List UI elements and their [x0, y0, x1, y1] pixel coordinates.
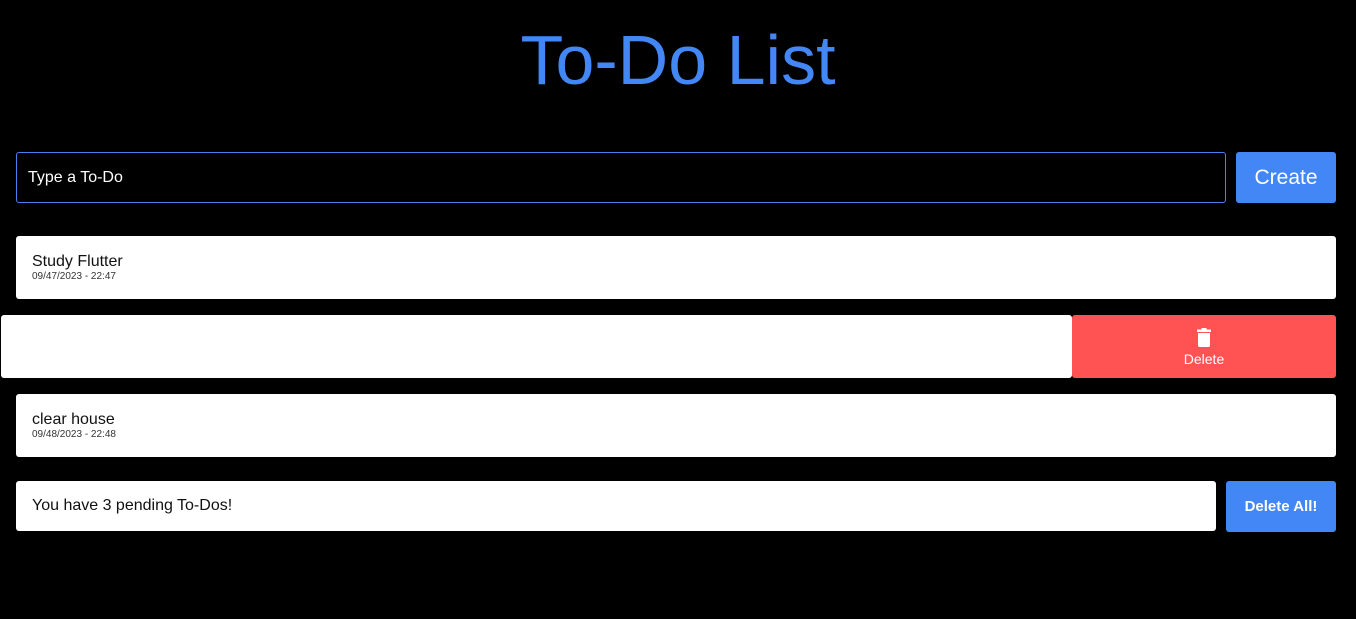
pending-count: You have 3 pending To-Dos!: [16, 481, 1216, 531]
trash-icon: [1197, 328, 1211, 347]
task-title: clear house: [32, 411, 115, 428]
todo-input[interactable]: [16, 152, 1226, 203]
delete-label: Delete: [1183, 351, 1225, 367]
task-item-swiped[interactable]: [1, 315, 1072, 378]
task-date: 09/47/2023 - 22:47: [32, 271, 116, 282]
task-title: Study Flutter: [32, 253, 123, 270]
delete-task-button[interactable]: Delete: [1072, 315, 1336, 378]
page-title: To-Do List: [520, 21, 836, 99]
task-item[interactable]: clear house 09/48/2023 - 22:48: [16, 394, 1336, 457]
delete-all-button[interactable]: Delete All!: [1226, 481, 1336, 532]
create-button[interactable]: Create: [1236, 152, 1336, 203]
task-item[interactable]: Study Flutter 09/47/2023 - 22:47: [16, 236, 1336, 299]
task-date: 09/48/2023 - 22:48: [32, 429, 116, 440]
